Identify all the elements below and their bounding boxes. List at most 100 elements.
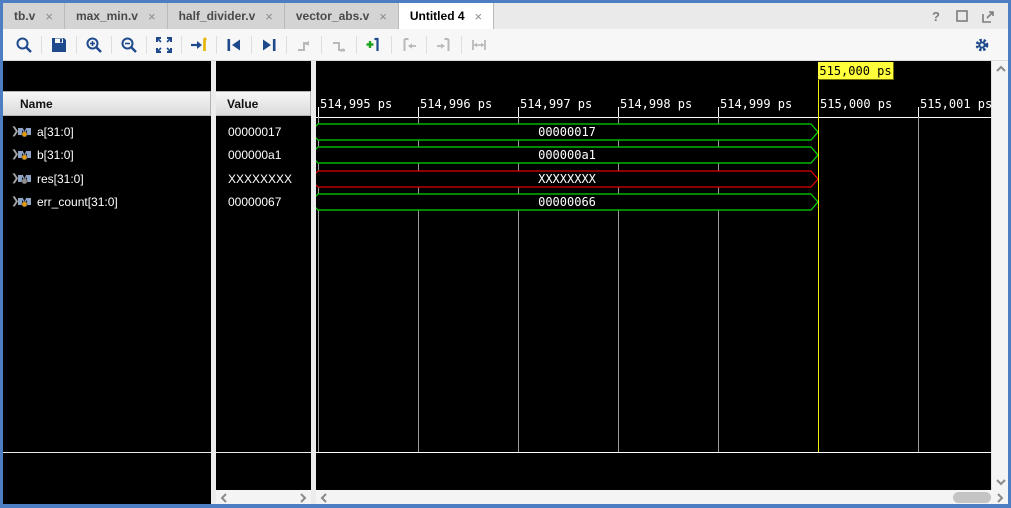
timeline-tick-label: 514,997 ps: [520, 97, 592, 111]
toolbar-separator: [41, 36, 42, 54]
name-value-splitter[interactable]: [211, 61, 216, 505]
expand-chevron-icon[interactable]: ❯: [3, 126, 17, 137]
toolbar-separator: [251, 36, 252, 54]
signal-name-panel: Name ❯ a[31:0]❯ b[31:0]❯ res[31:0]❯ err_…: [3, 61, 211, 505]
signal-value-res-31-0-: XXXXXXXX: [216, 167, 311, 190]
signal-value-err_count-31-0-: 00000067: [216, 190, 311, 213]
maximize-icon[interactable]: [954, 8, 970, 24]
bus-signal-icon: [17, 173, 32, 185]
toolbar-separator: [111, 36, 112, 54]
toolbar-separator: [146, 36, 147, 54]
tab-close-icon[interactable]: ×: [377, 9, 389, 24]
next-event-button: [326, 34, 352, 56]
wave-traces[interactable]: 00000017000000a1XXXXXXXX00000066: [316, 117, 991, 452]
tab-close-icon[interactable]: ×: [43, 9, 55, 24]
scroll-up-icon[interactable]: [992, 61, 1009, 77]
bus-signal-icon: [17, 149, 32, 161]
tab-label: max_min.v: [76, 9, 138, 23]
value-panel-separator: [216, 452, 311, 453]
signal-value-b-31-0-: 000000a1: [216, 143, 311, 166]
tab-label: half_divider.v: [179, 9, 256, 23]
svg-text:00000017: 00000017: [538, 125, 596, 139]
name-column-header[interactable]: Name: [3, 91, 211, 116]
value-scroll-left-icon[interactable]: [220, 493, 228, 503]
tab-max-min-v[interactable]: max_min.v ×: [65, 3, 168, 29]
goto-next-marker-button: [431, 34, 457, 56]
expand-chevron-icon[interactable]: ❯: [3, 196, 17, 207]
previous-transition-button[interactable]: [221, 34, 247, 56]
value-horizontal-scrollbar[interactable]: [216, 490, 311, 505]
timeline-tick-label: 515,001 ps: [920, 97, 991, 111]
toolbar-separator: [356, 36, 357, 54]
wave-scroll-left-icon[interactable]: [316, 493, 328, 503]
toolbar-separator: [321, 36, 322, 54]
tab-vector-abs-v[interactable]: vector_abs.v×: [285, 3, 399, 29]
goto-previous-marker-button: [396, 34, 422, 56]
time-cursor-line[interactable]: [818, 80, 819, 452]
timeline-tick-label: 514,996 ps: [420, 97, 492, 111]
toolbar-separator: [181, 36, 182, 54]
tab-untitled-4[interactable]: Untitled 4 ×: [399, 3, 494, 29]
waveform-canvas[interactable]: 515,000 ps 514,995 ps 514,996 ps 514,997 p…: [316, 61, 991, 505]
bus-signal-icon: [17, 196, 32, 208]
signal-row-err_count-31-0-[interactable]: ❯ err_count[31:0]: [3, 190, 211, 213]
fit-between-markers-button: [466, 34, 492, 56]
settings-gear-icon[interactable]: [974, 37, 990, 53]
signal-value-text: 000000a1: [228, 148, 281, 162]
help-icon[interactable]: ?: [928, 8, 944, 24]
timeline-tick-mark: [918, 107, 919, 117]
signal-value-text: 00000067: [228, 195, 281, 209]
value-column-header[interactable]: Value: [216, 91, 311, 116]
zoom-fit-button[interactable]: [151, 34, 177, 56]
bus-signal-icon: [17, 126, 32, 138]
tab-label: tb.v: [14, 9, 35, 23]
save-button[interactable]: [46, 34, 72, 56]
wave-horizontal-scrollbar[interactable]: [316, 490, 991, 505]
tab-label: Untitled 4: [410, 9, 465, 23]
signal-value-panel: Value 00000017000000a1XXXXXXXX00000067: [216, 61, 311, 505]
cursor-time-badge[interactable]: 515,000 ps: [818, 62, 894, 80]
signal-row-a-31-0-[interactable]: ❯ a[31:0]: [3, 120, 211, 143]
timeline-tick-mark: [518, 107, 519, 117]
expand-chevron-icon[interactable]: ❯: [3, 149, 17, 160]
signal-row-b-31-0-[interactable]: ❯ b[31:0]: [3, 143, 211, 166]
previous-event-button: [291, 34, 317, 56]
tab-tb-v[interactable]: tb.v ×: [3, 3, 65, 29]
tab-close-icon[interactable]: ×: [473, 9, 485, 24]
wave-toolbar: [3, 29, 1008, 61]
timeline-tick-label: 514,995 ps: [320, 97, 392, 111]
zoom-in-button[interactable]: [81, 34, 107, 56]
goto-time-button[interactable]: [186, 34, 212, 56]
name-header-label: Name: [20, 97, 53, 111]
wave-bottom-separator: [316, 452, 991, 453]
signal-name: res[31:0]: [37, 172, 84, 186]
tab-close-icon[interactable]: ×: [263, 9, 275, 24]
float-icon[interactable]: [980, 8, 996, 24]
search-button[interactable]: [11, 34, 37, 56]
svg-text:000000a1: 000000a1: [538, 148, 596, 162]
toolbar-separator: [286, 36, 287, 54]
toolbar-separator: [216, 36, 217, 54]
vivado-waveform-window: tb.v×max_min.v×half_divider.v×vector_abs…: [0, 0, 1011, 508]
toolbar-separator: [426, 36, 427, 54]
signal-value-text: XXXXXXXX: [228, 172, 292, 186]
signal-row-res-31-0-[interactable]: ❯ res[31:0]: [3, 167, 211, 190]
value-scroll-right-icon[interactable]: [299, 493, 307, 503]
timeline-tick-mark: [618, 107, 619, 117]
scroll-down-icon[interactable]: [992, 474, 1009, 490]
timeline-tick-label: 514,999 ps: [720, 97, 792, 111]
expand-chevron-icon[interactable]: ❯: [3, 173, 17, 184]
add-marker-button[interactable]: [361, 34, 387, 56]
wave-scrollbar-thumb[interactable]: [953, 492, 991, 503]
wave-scroll-right-icon[interactable]: [991, 490, 1008, 505]
zoom-out-button[interactable]: [116, 34, 142, 56]
next-transition-button[interactable]: [256, 34, 282, 56]
tab-bar: tb.v×max_min.v×half_divider.v×vector_abs…: [3, 3, 1008, 29]
tab-half-divider-v[interactable]: half_divider.v ×: [168, 3, 285, 29]
value-header-label: Value: [227, 97, 258, 111]
value-wave-splitter[interactable]: [311, 61, 316, 505]
tab-close-icon[interactable]: ×: [146, 9, 158, 24]
vertical-scrollbar[interactable]: [991, 61, 1008, 490]
timeline-tick-label: 514,998 ps: [620, 97, 692, 111]
window-controls: ?: [928, 3, 1008, 29]
